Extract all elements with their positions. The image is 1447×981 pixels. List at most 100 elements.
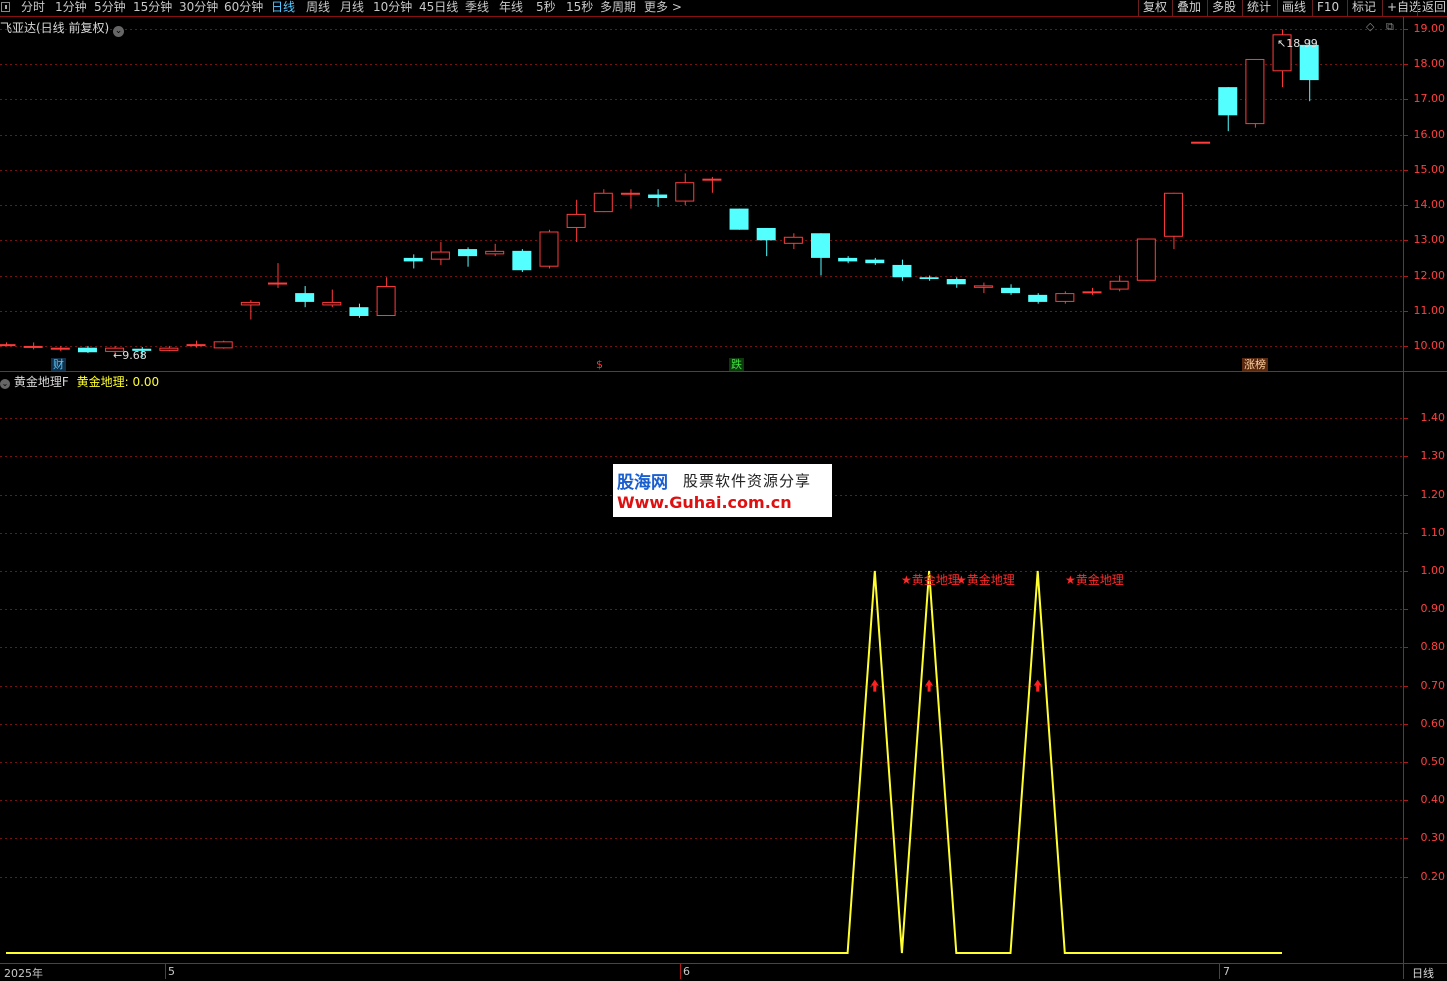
high-price-value: 18.99 xyxy=(1286,37,1318,50)
indicator-tick-label: 0.40 xyxy=(1420,793,1446,807)
stock-title: 飞亚达(日线 前复权) ⌄ xyxy=(0,19,125,37)
indicator-tick-label: 1.10 xyxy=(1420,525,1446,539)
candle-body xyxy=(539,231,559,267)
candle-body xyxy=(159,347,179,351)
candle-body xyxy=(403,257,423,262)
indicator-name[interactable]: 黄金地理F xyxy=(14,375,69,389)
watermark-banner: 股海网 股票软件资源分享 Www.Guhai.com.cn xyxy=(613,464,832,517)
candle-body xyxy=(675,182,695,202)
peak-label: ★黄金地理 xyxy=(956,573,1015,587)
high-price-label: ↖18.99 xyxy=(1277,37,1318,50)
arrow-left-icon: ← xyxy=(113,349,123,362)
arrow-left-icon: ↖ xyxy=(1277,37,1287,50)
limit-up-marker[interactable]: 涨榜 xyxy=(1242,358,1268,371)
peak-label: ★黄金地理 xyxy=(1065,573,1124,587)
candle-body xyxy=(349,307,369,316)
low-price-label: ←9.68 xyxy=(113,349,147,362)
peak-label: ★黄金地理 xyxy=(901,573,960,587)
candle-body xyxy=(946,279,966,285)
up-arrow-icon xyxy=(870,679,879,692)
indicator-tick-label: 0.60 xyxy=(1420,716,1446,730)
candle-body xyxy=(973,285,993,288)
candle-body xyxy=(702,178,722,181)
date-label: 7 xyxy=(1223,965,1230,978)
drop-marker[interactable]: 跌 xyxy=(729,358,744,371)
candle-body xyxy=(729,208,749,230)
candle-body xyxy=(186,344,206,347)
series-value: 0.00 xyxy=(132,375,160,389)
indicator-tick-label: 0.50 xyxy=(1420,755,1446,768)
up-arrow-icon xyxy=(925,679,934,692)
watermark-slogan: 股票软件资源分享 xyxy=(683,472,812,490)
candle-body xyxy=(756,227,776,241)
candle-body xyxy=(648,194,668,199)
low-price-value: 9.68 xyxy=(122,349,147,362)
candle-body xyxy=(458,249,478,257)
candle-body xyxy=(485,250,505,255)
candle-body xyxy=(892,264,912,278)
indicator-tick-label: 1.00 xyxy=(1420,564,1446,577)
price-tick-label: 13.00 xyxy=(1413,233,1446,247)
indicator-title: ⌄ 黄金地理F 黄金地理: 0.00 xyxy=(0,373,159,390)
candle-body xyxy=(23,345,43,348)
price-tick-label: 18.00 xyxy=(1413,57,1446,71)
price-tick-label: 14.00 xyxy=(1413,198,1446,212)
chevron-down-icon[interactable]: ⌄ xyxy=(113,26,125,37)
candle-body xyxy=(1055,293,1075,302)
candle-body xyxy=(865,259,885,264)
price-tick-label: 10.00 xyxy=(1413,338,1446,352)
chevron-down-icon[interactable]: ⌄ xyxy=(0,379,10,389)
watermark-url: Www.Guhai.com.cn xyxy=(617,493,792,512)
candle-body xyxy=(1191,141,1211,144)
candle-body xyxy=(620,192,640,195)
price-tick-label: 12.00 xyxy=(1413,268,1446,282)
stock-title-text: 飞亚达(日线 前复权) xyxy=(0,21,110,35)
candle-body xyxy=(1245,58,1265,125)
indicator-tick-label: 1.30 xyxy=(1420,449,1446,463)
diamond-icon[interactable]: ◇ xyxy=(1366,20,1374,33)
indicator-tick-label: 0.20 xyxy=(1420,869,1446,883)
indicator-tick-label: 1.40 xyxy=(1420,411,1446,425)
candle-body xyxy=(1299,44,1319,81)
candle-body xyxy=(783,236,803,244)
price-tick-label: 17.00 xyxy=(1413,92,1446,106)
watermark-logo: 股海网 xyxy=(617,473,668,493)
candle-body xyxy=(77,347,97,353)
candle-body xyxy=(512,250,532,271)
candle-body xyxy=(1082,291,1102,294)
price-tick-label: 15.00 xyxy=(1413,162,1446,176)
price-tick-label: 19.00 xyxy=(1413,22,1446,36)
candle-body xyxy=(1218,87,1238,116)
candle-body xyxy=(0,344,16,347)
candle-body xyxy=(376,286,396,316)
candle-body xyxy=(593,192,613,213)
finance-marker[interactable]: 财 xyxy=(51,358,66,371)
up-arrow-icon xyxy=(1033,679,1042,692)
candle-body xyxy=(430,251,450,260)
series-label: 黄金地理 xyxy=(76,375,125,389)
candle-body xyxy=(295,293,315,302)
candle-body xyxy=(811,233,830,258)
candle-body xyxy=(1109,280,1129,290)
candle-body xyxy=(1136,238,1156,281)
indicator-tick-label: 0.70 xyxy=(1420,678,1446,692)
price-tick-label: 16.00 xyxy=(1413,127,1446,141)
candle-body xyxy=(213,341,233,349)
dollar-marker[interactable]: $ xyxy=(594,358,605,371)
candle-body xyxy=(1028,294,1048,302)
date-label: 5 xyxy=(168,965,175,978)
candle-body xyxy=(566,213,586,228)
indicator-tick-label: 1.20 xyxy=(1420,487,1446,501)
candle-body xyxy=(240,301,260,306)
candle-body xyxy=(838,257,858,262)
candle-body xyxy=(919,277,939,280)
window-icon[interactable]: ⧉ xyxy=(1386,20,1394,34)
indicator-tick-label: 0.90 xyxy=(1420,602,1446,616)
indicator-tick-label: 0.30 xyxy=(1420,831,1446,845)
candle-body xyxy=(268,282,287,285)
candle-body xyxy=(1163,192,1183,237)
candle-body xyxy=(50,347,70,350)
date-label: 6 xyxy=(683,965,690,978)
price-tick-label: 11.00 xyxy=(1413,303,1446,317)
candle-body xyxy=(322,301,342,306)
